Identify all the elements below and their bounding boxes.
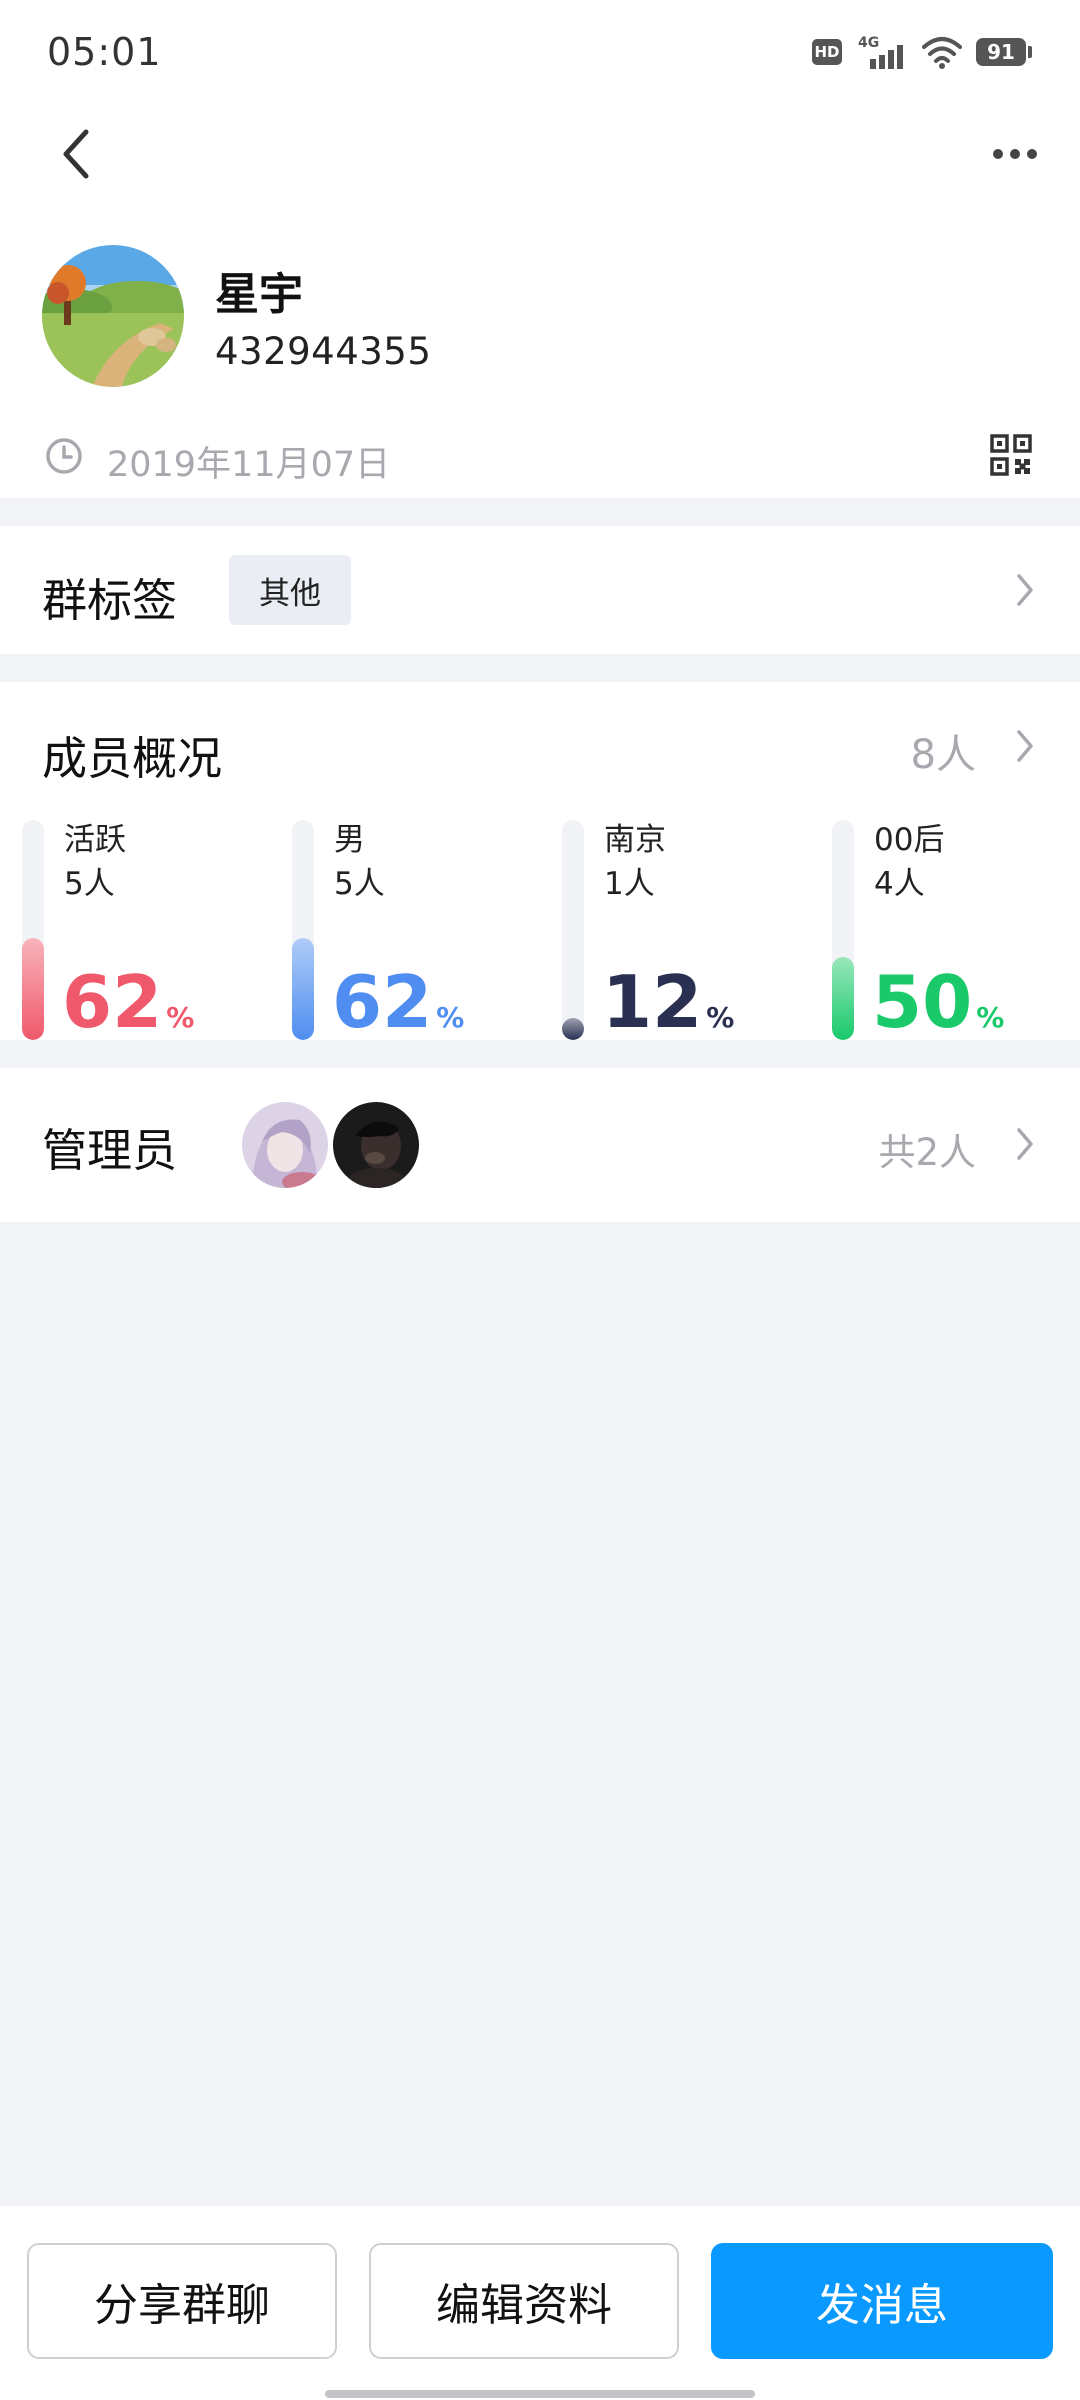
members-overview[interactable]: 成员概况 8人 活跃 5人 62% 男 5人 62% 南京 1人 12% 00后… [0, 682, 1080, 1042]
admins-row[interactable]: 管理员 共2人 [0, 1068, 1080, 1222]
stat-count: 1人 [604, 866, 655, 902]
more-button[interactable] [980, 126, 1050, 182]
stat-bar [22, 820, 44, 1040]
group-id: 432944355 [215, 330, 432, 373]
group-tags-title: 群标签 [42, 574, 178, 627]
stat-card-active: 活跃 5人 62% [22, 820, 282, 1042]
svg-text:4G: 4G [858, 35, 879, 51]
created-date: 2019年11月07日 [107, 445, 391, 485]
chevron-right-icon [1017, 574, 1033, 606]
send-message-button[interactable]: 发消息 [711, 2243, 1053, 2359]
members-title: 成员概况 [42, 732, 223, 785]
wifi-icon [922, 37, 962, 69]
stat-bar-fill [832, 957, 854, 1040]
signal-4g-icon: 4G [858, 35, 903, 69]
hd-icon: HD [812, 39, 842, 65]
stat-count: 5人 [64, 866, 115, 902]
stat-bar-fill [562, 1018, 584, 1040]
qr-code-icon[interactable] [990, 434, 1032, 476]
stat-count: 4人 [874, 866, 925, 902]
admin-avatar[interactable] [242, 1102, 328, 1188]
admin-avatar[interactable] [333, 1102, 419, 1188]
edit-profile-button[interactable]: 编辑资料 [369, 2243, 679, 2359]
more-horizontal-icon [993, 149, 1003, 159]
battery-level: 91 [976, 38, 1026, 66]
status-bar: 05:01 HD 4G 91 [0, 0, 1080, 104]
stat-label: 00后 [874, 822, 945, 858]
group-header: 星宇 432944355 2019年11月07日 [0, 104, 1080, 498]
stat-bar-fill [22, 938, 44, 1040]
status-time: 05:01 [47, 30, 162, 74]
group-tag-chip: 其他 [229, 555, 351, 625]
stat-count: 5人 [334, 866, 385, 902]
stat-label: 南京 [604, 822, 666, 858]
stat-bar [562, 820, 584, 1040]
stat-percent: 12% [602, 960, 735, 1044]
stat-card-male: 男 5人 62% [292, 820, 552, 1042]
stat-card-nanjing: 南京 1人 12% [562, 820, 822, 1042]
stat-percent: 62% [62, 960, 195, 1044]
admins-total: 共2人 [878, 1131, 976, 1174]
home-indicator[interactable] [325, 2390, 755, 2398]
stat-percent: 50% [872, 960, 1005, 1044]
stat-percent: 62% [332, 960, 465, 1044]
clock-icon [46, 438, 82, 474]
admins-title: 管理员 [42, 1124, 178, 1177]
bottom-action-bar: 分享群聊 编辑资料 发消息 [0, 2206, 1080, 2400]
back-button[interactable] [48, 126, 104, 182]
group-name: 星宇 [215, 269, 303, 320]
stat-bar [832, 820, 854, 1040]
stat-bar [292, 820, 314, 1040]
chevron-right-icon [1017, 1128, 1033, 1160]
battery-icon: 91 [976, 38, 1032, 66]
stat-label: 活跃 [64, 822, 126, 858]
members-count: 8人 [910, 732, 976, 778]
group-avatar[interactable] [42, 245, 184, 387]
stat-card-post00: 00后 4人 50% [832, 820, 1080, 1042]
stat-label: 男 [334, 822, 365, 858]
stat-bar-fill [292, 938, 314, 1040]
status-icons: HD 4G 91 [812, 32, 1032, 72]
chevron-right-icon [1017, 730, 1033, 762]
share-group-button[interactable]: 分享群聊 [27, 2243, 337, 2359]
chevron-left-icon [63, 129, 89, 179]
group-tags-row[interactable]: 群标签 其他 [0, 526, 1080, 654]
